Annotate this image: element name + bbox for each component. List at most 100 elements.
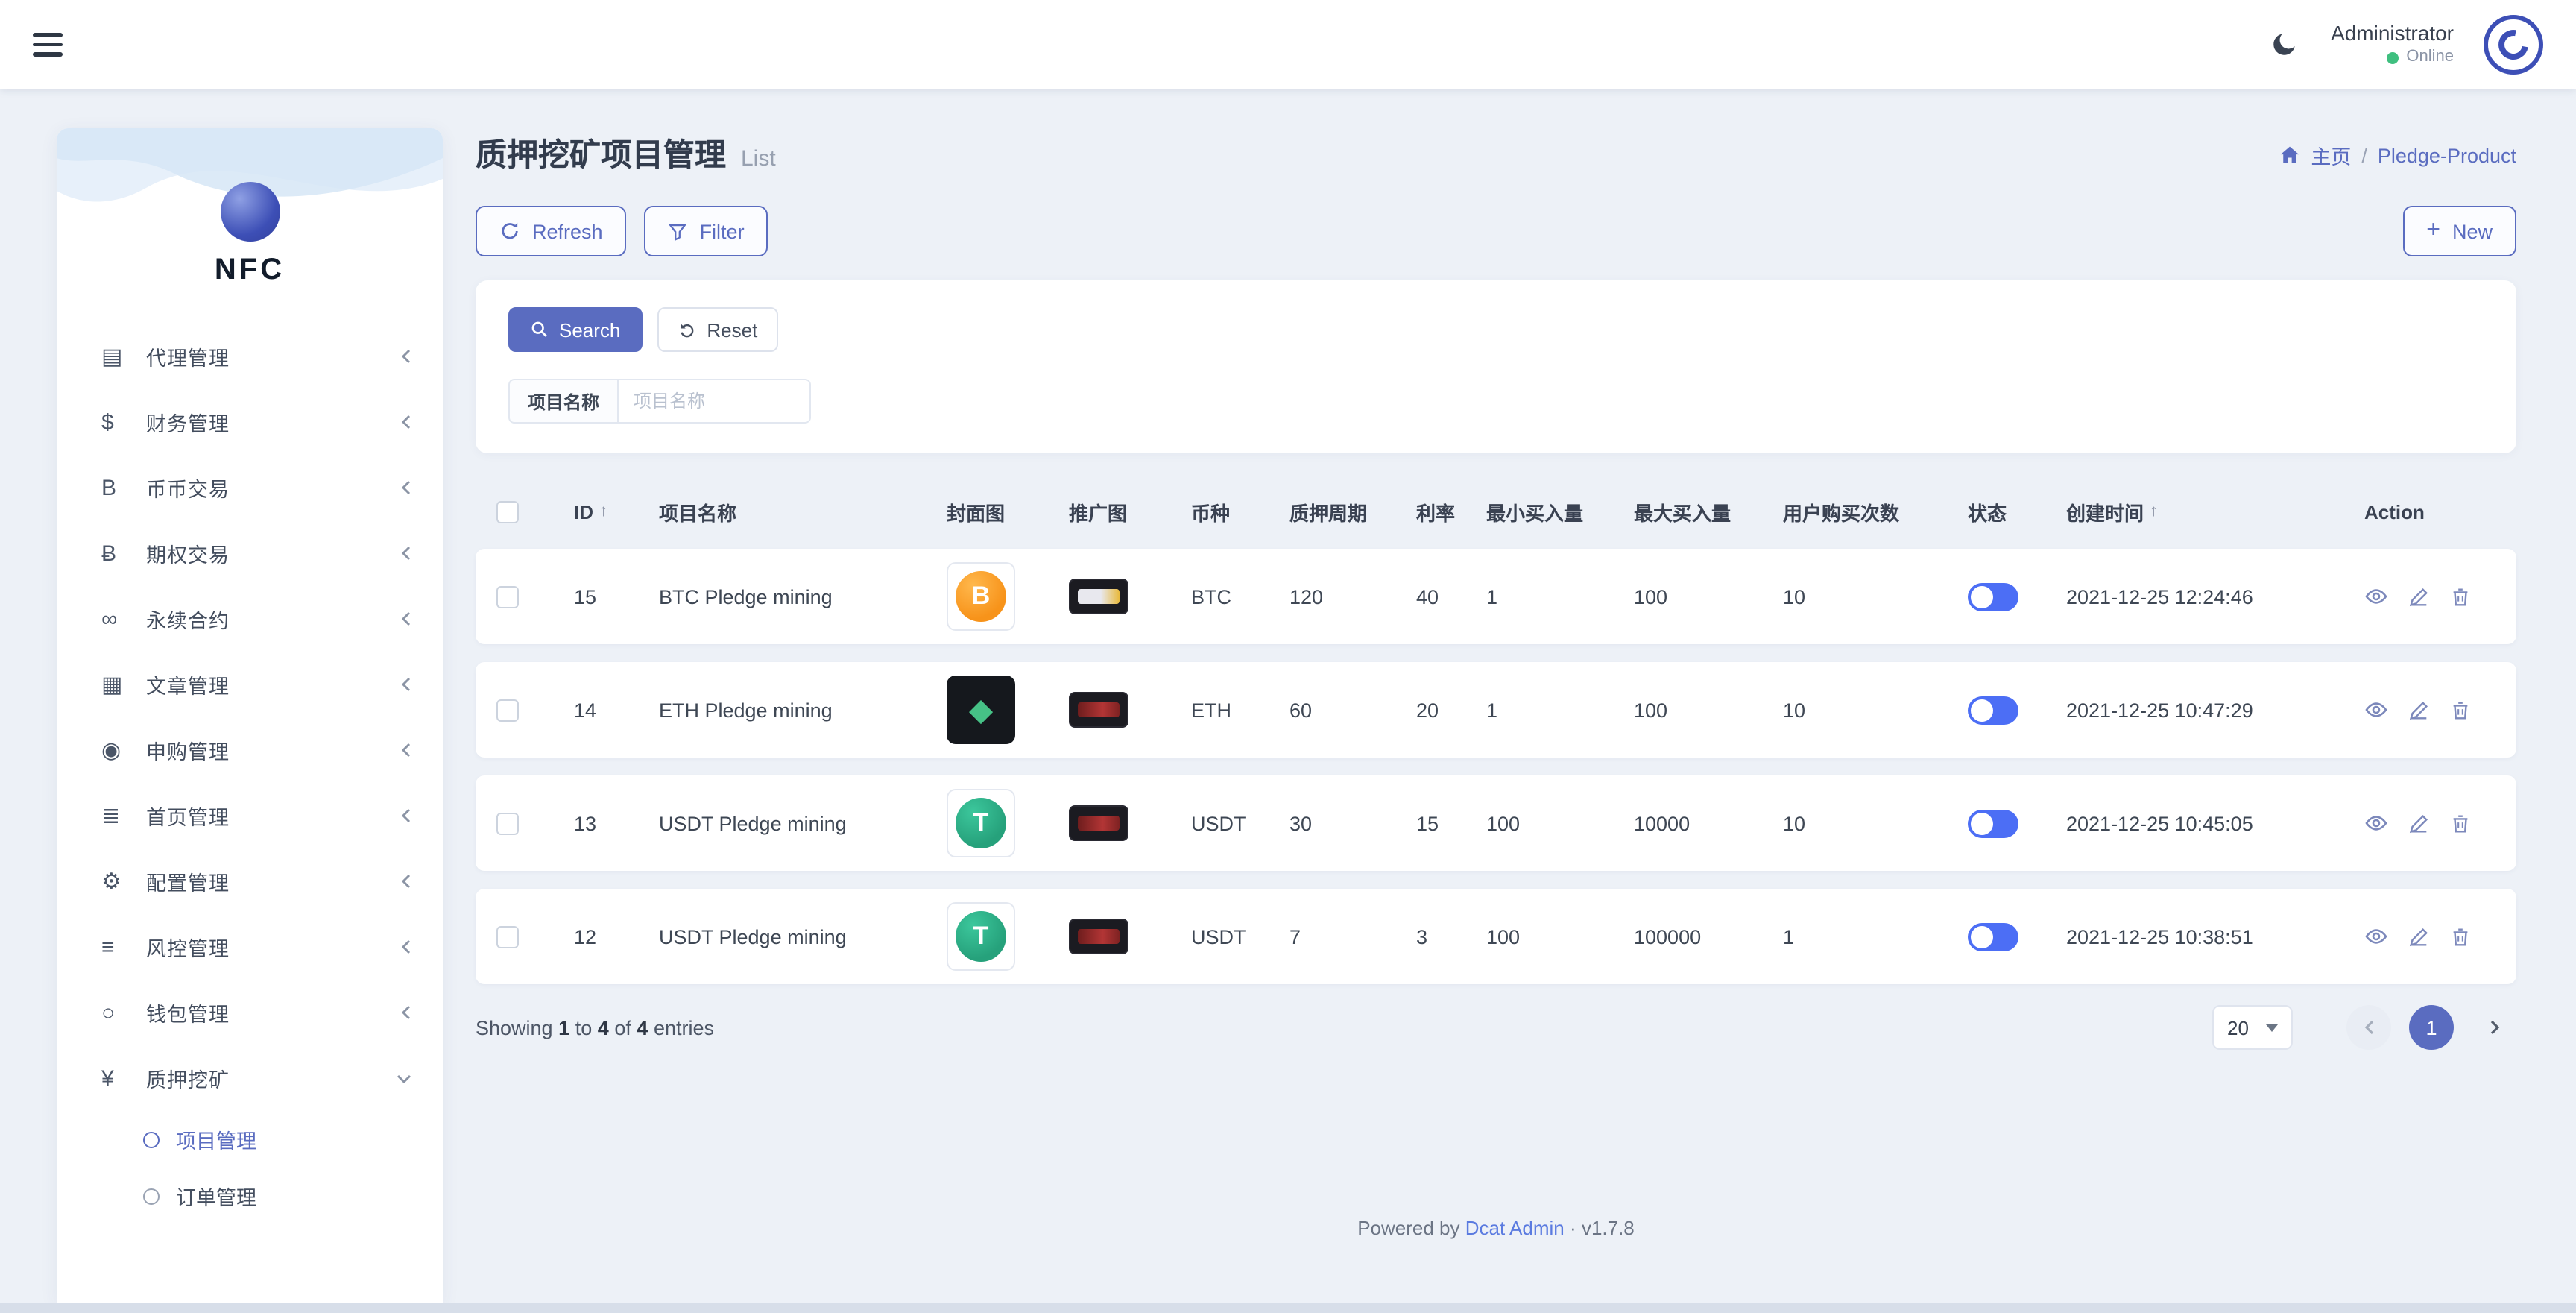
search-button[interactable]: Search (508, 307, 643, 352)
coin-b-icon: B (101, 475, 117, 500)
chevron-left-icon (401, 677, 411, 692)
sidebar-item-agent[interactable]: ▤ 代理管理 (57, 324, 443, 389)
sidebar-item-subscribe[interactable]: ◉ 申购管理 (57, 717, 443, 783)
page-size-select[interactable]: 20 (2212, 1005, 2293, 1050)
view-icon[interactable] (2364, 585, 2388, 608)
view-icon[interactable] (2364, 811, 2388, 835)
delete-icon[interactable] (2449, 812, 2472, 834)
sort-arrow-icon[interactable]: ↑ (599, 503, 607, 520)
delete-icon[interactable] (2449, 585, 2472, 608)
sidebar-item-order-management[interactable]: 订单管理 (57, 1168, 443, 1224)
promo-image[interactable] (1069, 919, 1128, 954)
cell-project-name: USDT Pledge mining (659, 812, 847, 834)
cell-buy-count: 10 (1783, 812, 1806, 834)
dark-mode-toggle[interactable] (2265, 27, 2301, 63)
sidebar-item-homepage[interactable]: ≣ 首页管理 (57, 783, 443, 848)
hamburger-menu-icon[interactable] (33, 28, 63, 63)
cell-rate: 40 (1416, 585, 1439, 608)
row-checkbox[interactable] (496, 585, 519, 608)
row-checkbox[interactable] (496, 812, 519, 834)
cell-max-buy: 100 (1634, 585, 1668, 608)
cell-period: 7 (1289, 925, 1301, 948)
sidebar-item-pledge-mining[interactable]: ¥ 质押挖矿 (57, 1045, 443, 1111)
chevron-left-icon (401, 611, 411, 626)
sort-arrow-icon[interactable]: ↑ (2150, 503, 2158, 520)
plus-icon: + (2426, 218, 2440, 243)
usdt-coin-icon: T (956, 798, 1006, 848)
view-icon[interactable] (2364, 698, 2388, 722)
sidebar-item-wallet[interactable]: ○ 钱包管理 (57, 980, 443, 1045)
column-header-cover: 封面图 (947, 502, 1006, 524)
cover-image[interactable]: T (947, 902, 1015, 971)
column-header-created[interactable]: 创建时间 ↑ (2066, 497, 2364, 526)
horizontal-scrollbar[interactable] (0, 1303, 2576, 1313)
table-row: 14 ETH Pledge mining ◆ ETH 60 20 1 100 1… (476, 662, 2516, 758)
topbar: Administrator Online (0, 0, 2576, 89)
edit-icon[interactable] (2408, 585, 2430, 608)
promo-image[interactable] (1069, 692, 1128, 728)
cell-coin: ETH (1191, 699, 1231, 721)
pagination-page-1-button[interactable]: 1 (2409, 1005, 2454, 1050)
row-checkbox[interactable] (496, 925, 519, 948)
avatar[interactable] (2484, 15, 2543, 75)
cell-rate: 15 (1416, 812, 1439, 834)
usdt-coin-icon: T (956, 911, 1006, 962)
cover-image[interactable]: B (947, 562, 1015, 631)
search-icon (531, 321, 547, 337)
cell-period: 60 (1289, 699, 1313, 721)
sidebar-item-article[interactable]: ▦ 文章管理 (57, 652, 443, 717)
chevron-right-icon (2490, 1020, 2499, 1035)
toolbar: Refresh Filter + New (476, 206, 2516, 256)
cover-image[interactable]: T (947, 789, 1015, 857)
showing-entries-text: Showing 1 to 4 of 4 entries (476, 1016, 714, 1039)
sidebar-item-risk[interactable]: ≡ 风控管理 (57, 914, 443, 980)
view-icon[interactable] (2364, 925, 2388, 948)
new-button[interactable]: + New (2402, 206, 2516, 256)
edit-icon[interactable] (2408, 699, 2430, 721)
admin-app: Administrator Online NFC ▤ 代理管理 $ 财务管理 B… (0, 0, 2576, 1313)
pagination-next-button[interactable] (2472, 1005, 2516, 1050)
edit-icon[interactable] (2408, 925, 2430, 948)
sidebar-item-perpetual[interactable]: ∞ 永续合约 (57, 586, 443, 652)
sidebar-item-config[interactable]: ⚙ 配置管理 (57, 848, 443, 914)
edit-icon[interactable] (2408, 812, 2430, 834)
row-checkbox[interactable] (496, 699, 519, 721)
promo-image[interactable] (1069, 579, 1128, 614)
column-header-id[interactable]: ID ↑ (574, 500, 659, 523)
promo-image[interactable] (1069, 805, 1128, 841)
refresh-button[interactable]: Refresh (476, 206, 627, 256)
delete-icon[interactable] (2449, 699, 2472, 721)
logo-icon (220, 182, 280, 242)
filter-button[interactable]: Filter (644, 206, 768, 256)
column-header-period: 质押周期 (1289, 502, 1368, 524)
project-name-input[interactable] (617, 379, 812, 424)
status-toggle[interactable] (1968, 696, 2018, 724)
dcat-admin-link[interactable]: Dcat Admin (1465, 1217, 1565, 1239)
status-toggle[interactable] (1968, 809, 2018, 837)
reset-button[interactable]: Reset (657, 307, 779, 352)
chevron-left-icon (401, 874, 411, 889)
status-toggle[interactable] (1968, 922, 2018, 951)
cell-max-buy: 100000 (1634, 925, 1702, 948)
link-icon: ∞ (101, 606, 118, 632)
column-header-action: Action (2364, 500, 2425, 523)
cell-min-buy: 100 (1486, 812, 1521, 834)
breadcrumb-home-link[interactable]: 主页 (2311, 140, 2351, 170)
cover-image[interactable]: ◆ (947, 676, 1015, 744)
yen-icon: ¥ (101, 1065, 114, 1091)
sidebar-item-options[interactable]: Ƀ 期权交易 (57, 520, 443, 586)
home-icon (2281, 146, 2299, 163)
table-row: 12 USDT Pledge mining T USDT 7 3 100 100… (476, 889, 2516, 984)
sidebar-item-spot-trade[interactable]: B 币币交易 (57, 455, 443, 520)
sidebar-item-project-management[interactable]: 项目管理 (57, 1111, 443, 1168)
sidebar-item-finance[interactable]: $ 财务管理 (57, 389, 443, 455)
chevron-left-icon (401, 349, 411, 364)
cell-max-buy: 100 (1634, 699, 1668, 721)
select-all-checkbox[interactable] (496, 500, 519, 523)
status-toggle[interactable] (1968, 582, 2018, 611)
cell-period: 120 (1289, 585, 1324, 608)
delete-icon[interactable] (2449, 925, 2472, 948)
undo-icon (681, 323, 694, 338)
pagination-prev-button[interactable] (2346, 1005, 2391, 1050)
cell-min-buy: 1 (1486, 699, 1498, 721)
